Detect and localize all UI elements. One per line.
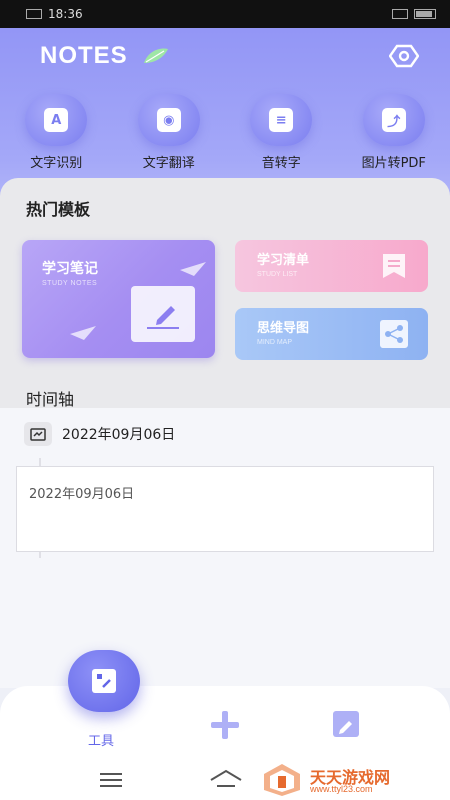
templates-title: 热门模板 — [26, 200, 91, 219]
leaf-icon — [143, 48, 168, 63]
template-subtitle: STUDY NOTES — [42, 280, 98, 287]
nav-tools-label: 工具 — [88, 734, 115, 749]
tool-button-bg: A — [25, 94, 88, 146]
app-screen: 18:36 NOTES A 文字识别 ◉ 文字翻译 ≡ 音转字 ⤴ 图片转PDF… — [0, 0, 450, 800]
paper-plane-icon — [180, 262, 206, 276]
watermark-logo-icon — [264, 764, 300, 796]
tool-text-translate[interactable]: ◉ 文字翻译 — [113, 94, 226, 174]
image-to-pdf-icon: ⤴ — [381, 108, 406, 132]
app-header: NOTES — [0, 28, 450, 84]
tool-audio-to-text[interactable]: ≡ 音转字 — [225, 94, 338, 174]
tool-label: 图片转PDF — [361, 156, 426, 171]
tools-doc-icon — [92, 669, 116, 693]
nav-add-button[interactable] — [206, 706, 244, 744]
note-entry-date: 2022年09月06日 — [29, 487, 135, 502]
app-title: NOTES — [40, 42, 128, 69]
home-icon[interactable] — [208, 768, 244, 790]
tool-image-to-pdf[interactable]: ⤴ 图片转PDF — [338, 94, 450, 174]
timeline-date-row: 2022年09月06日 — [24, 422, 175, 446]
menu-icon[interactable] — [100, 772, 126, 788]
timeline-section: 2022年09月06日 2022年09月06日 — [0, 408, 450, 688]
pencil-doc-icon — [131, 286, 195, 342]
tools-row: A 文字识别 ◉ 文字翻译 ≡ 音转字 ⤴ 图片转PDF — [0, 94, 450, 174]
signal-icon — [26, 9, 42, 19]
template-subtitle: STUDY LIST — [257, 271, 298, 278]
settings-hexagon-icon — [389, 44, 419, 68]
tool-label: 文字识别 — [30, 156, 83, 171]
audio-to-text-icon: ≡ — [269, 108, 294, 132]
settings-button[interactable] — [386, 38, 422, 74]
template-title: 思维导图 — [257, 321, 310, 336]
tool-label: 音转字 — [261, 156, 301, 171]
tool-label: 文字翻译 — [142, 156, 195, 171]
nav-tools-button[interactable] — [68, 650, 140, 712]
template-study-list[interactable]: 学习清单 STUDY LIST — [235, 240, 428, 292]
notification-icon — [392, 9, 408, 19]
status-time: 18:36 — [48, 7, 83, 21]
note-entry-card[interactable]: 2022年09月06日 — [16, 466, 434, 552]
tool-button-bg: ◉ — [137, 94, 200, 146]
nav-notes-button[interactable] — [328, 706, 364, 742]
template-mind-map[interactable]: 思维导图 MIND MAP — [235, 308, 428, 360]
template-title: 学习清单 — [257, 253, 310, 268]
app-title-group: NOTES — [40, 42, 170, 70]
tool-button-bg: ⤴ — [362, 94, 425, 146]
templates-panel: 热门模板 学习笔记 STUDY NOTES 学习清单 STUDY LIST 思维… — [0, 178, 450, 409]
edit-note-icon — [333, 711, 359, 737]
battery-icon — [414, 9, 436, 19]
tool-text-recognition[interactable]: A 文字识别 — [0, 94, 113, 174]
plus-icon — [211, 711, 239, 739]
template-study-notes[interactable]: 学习笔记 STUDY NOTES — [22, 240, 215, 358]
template-subtitle: MIND MAP — [257, 339, 292, 346]
paper-plane-icon — [70, 326, 96, 340]
bookmark-list-icon — [383, 254, 405, 278]
tool-button-bg: ≡ — [250, 94, 313, 146]
timeline-date: 2022年09月06日 — [62, 427, 176, 443]
watermark: 天天游戏网 www.ttyl23.com — [262, 760, 422, 800]
translate-camera-icon: ◉ — [156, 108, 181, 132]
share-network-icon — [380, 320, 408, 348]
system-nav-bar: 天天游戏网 www.ttyl23.com — [0, 760, 450, 800]
timeline-title: 时间轴 — [26, 390, 75, 409]
text-recognition-icon: A — [44, 108, 69, 132]
status-bar: 18:36 — [0, 0, 450, 28]
calendar-icon[interactable] — [24, 422, 52, 446]
watermark-url: www.ttyl23.com — [310, 784, 373, 794]
template-title: 学习笔记 — [42, 261, 98, 277]
bottom-nav: 工具 — [0, 650, 450, 760]
